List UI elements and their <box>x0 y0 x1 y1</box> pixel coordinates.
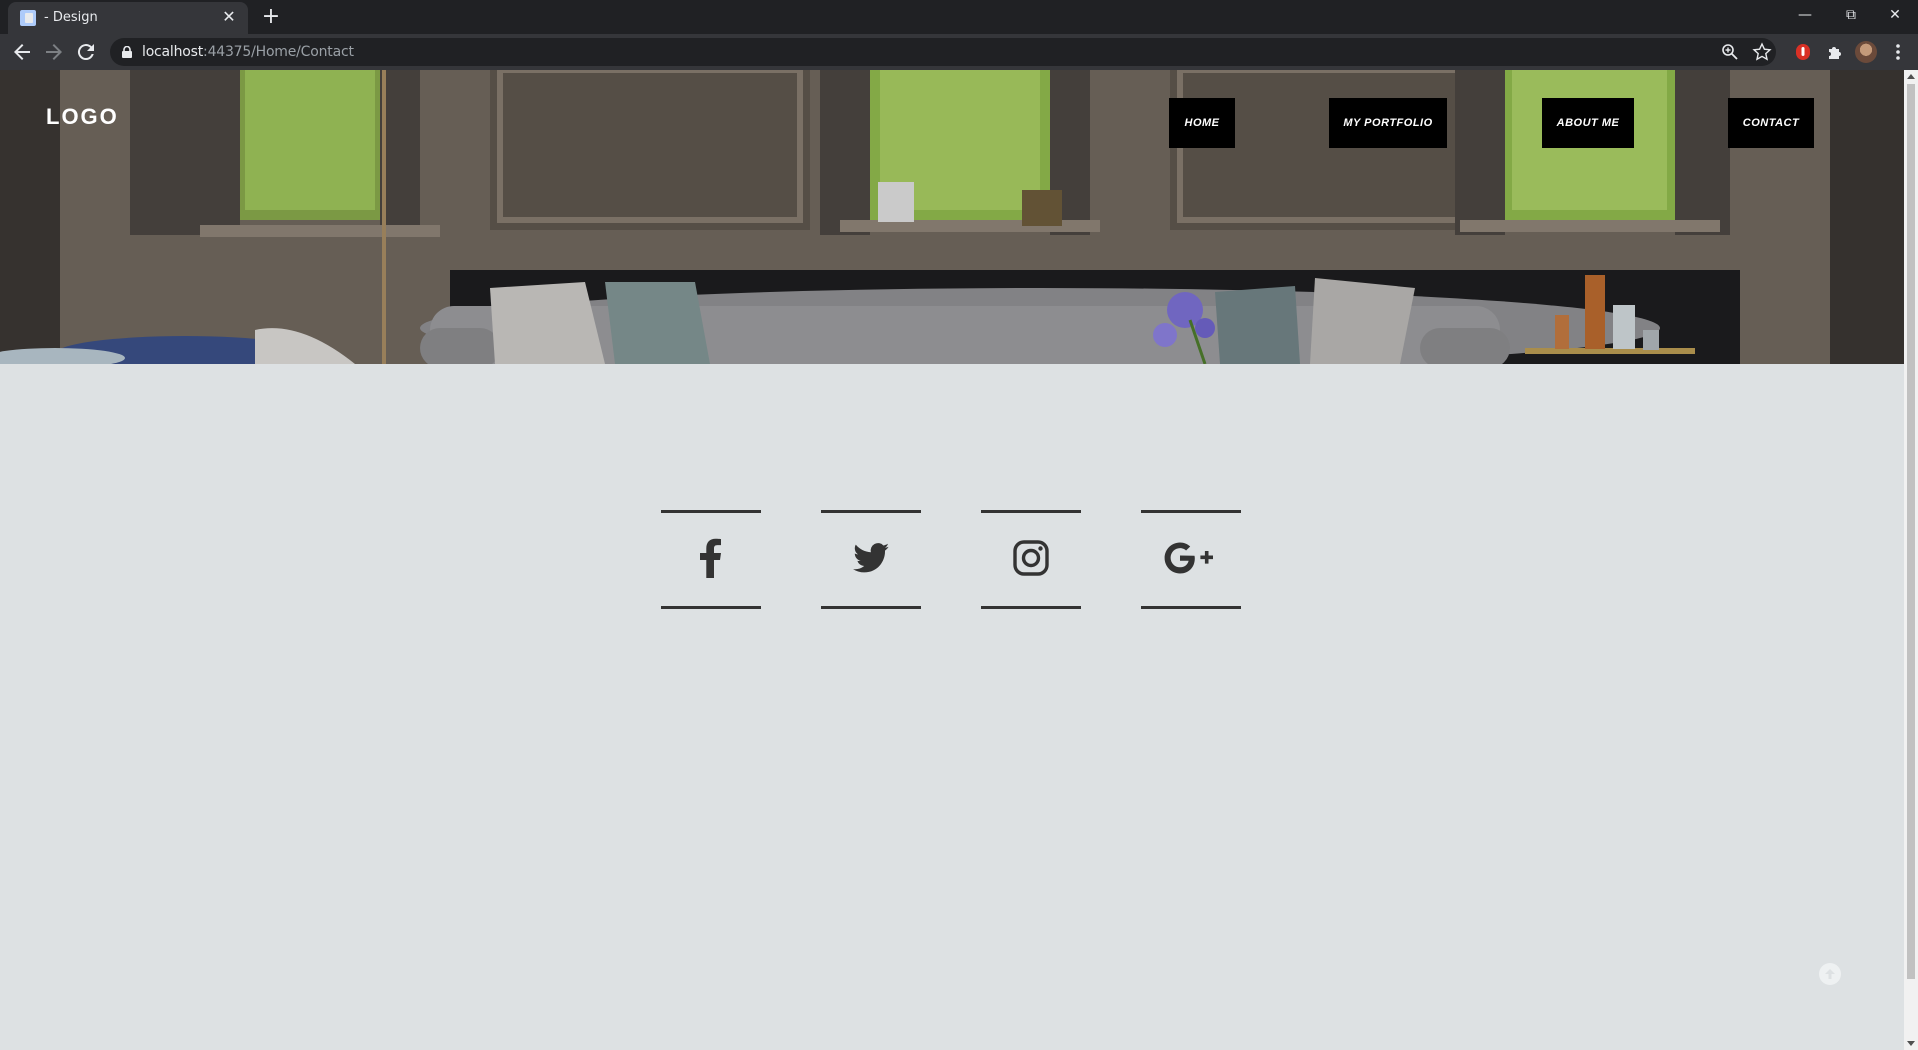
url-host: localhost <box>142 44 204 60</box>
address-bar[interactable]: localhost:44375/Home/Contact <box>110 38 1776 66</box>
scrollbar-thumb[interactable] <box>1907 84 1915 979</box>
divider <box>981 510 1081 513</box>
twitter-icon <box>853 543 889 573</box>
divider <box>821 606 921 609</box>
bookmark-star-icon[interactable] <box>1752 42 1772 62</box>
divider <box>981 606 1081 609</box>
twitter-link[interactable] <box>821 510 921 610</box>
active-tab[interactable]: - Design ✕ <box>8 2 248 34</box>
back-to-top-button[interactable] <box>1819 963 1841 985</box>
zoom-icon[interactable] <box>1720 42 1740 62</box>
forward-arrow-icon[interactable] <box>42 40 66 64</box>
nav-about-button[interactable]: ABOUT ME <box>1542 98 1634 148</box>
profile-avatar[interactable] <box>1855 41 1877 63</box>
nav-home-button[interactable]: HOME <box>1169 98 1235 148</box>
browser-menu-icon[interactable] <box>1888 42 1908 62</box>
nav-portfolio-button[interactable]: MY PORTFOLIO <box>1329 98 1447 148</box>
close-window-button[interactable]: ✕ <box>1872 0 1918 30</box>
restore-window-button[interactable]: ⧉ <box>1828 0 1874 30</box>
minimize-window-button[interactable]: — <box>1782 0 1828 30</box>
scroll-down-arrow-icon[interactable] <box>1907 1041 1915 1046</box>
lock-icon <box>122 46 132 58</box>
instagram-link[interactable] <box>981 510 1081 610</box>
tab-title: - Design <box>44 10 98 25</box>
close-tab-icon[interactable]: ✕ <box>220 8 238 26</box>
facebook-icon <box>700 538 721 578</box>
extensions-puzzle-icon[interactable] <box>1825 42 1845 62</box>
nav-contact-button[interactable]: CONTACT <box>1728 98 1814 148</box>
hero-banner: LOGO HOME MY PORTFOLIO ABOUT ME CONTACT <box>0 70 1904 364</box>
arrow-up-icon <box>1825 969 1835 979</box>
divider <box>1141 606 1241 609</box>
page-viewport: LOGO HOME MY PORTFOLIO ABOUT ME CONTACT <box>0 70 1904 1050</box>
back-arrow-icon[interactable] <box>10 40 34 64</box>
instagram-icon <box>1013 540 1049 576</box>
divider <box>1141 510 1241 513</box>
google-plus-icon <box>1164 542 1213 574</box>
page-scrollbar[interactable] <box>1904 70 1918 1050</box>
url-path: :44375/Home/Contact <box>203 44 354 60</box>
extension-red-icon[interactable] <box>1793 42 1813 62</box>
scroll-up-arrow-icon[interactable] <box>1907 74 1915 79</box>
new-tab-button[interactable]: + <box>258 4 284 30</box>
reload-icon[interactable] <box>74 40 98 64</box>
site-logo[interactable]: LOGO <box>46 104 119 130</box>
google-plus-link[interactable] <box>1141 510 1241 610</box>
facebook-link[interactable] <box>661 510 761 610</box>
url-text: localhost:44375/Home/Contact <box>142 44 354 60</box>
divider <box>821 510 921 513</box>
page-favicon-icon <box>20 10 36 26</box>
browser-toolbar: localhost:44375/Home/Contact <box>0 34 1918 70</box>
tab-strip: - Design ✕ + — ⧉ ✕ <box>0 0 1918 34</box>
divider <box>661 510 761 513</box>
divider <box>661 606 761 609</box>
